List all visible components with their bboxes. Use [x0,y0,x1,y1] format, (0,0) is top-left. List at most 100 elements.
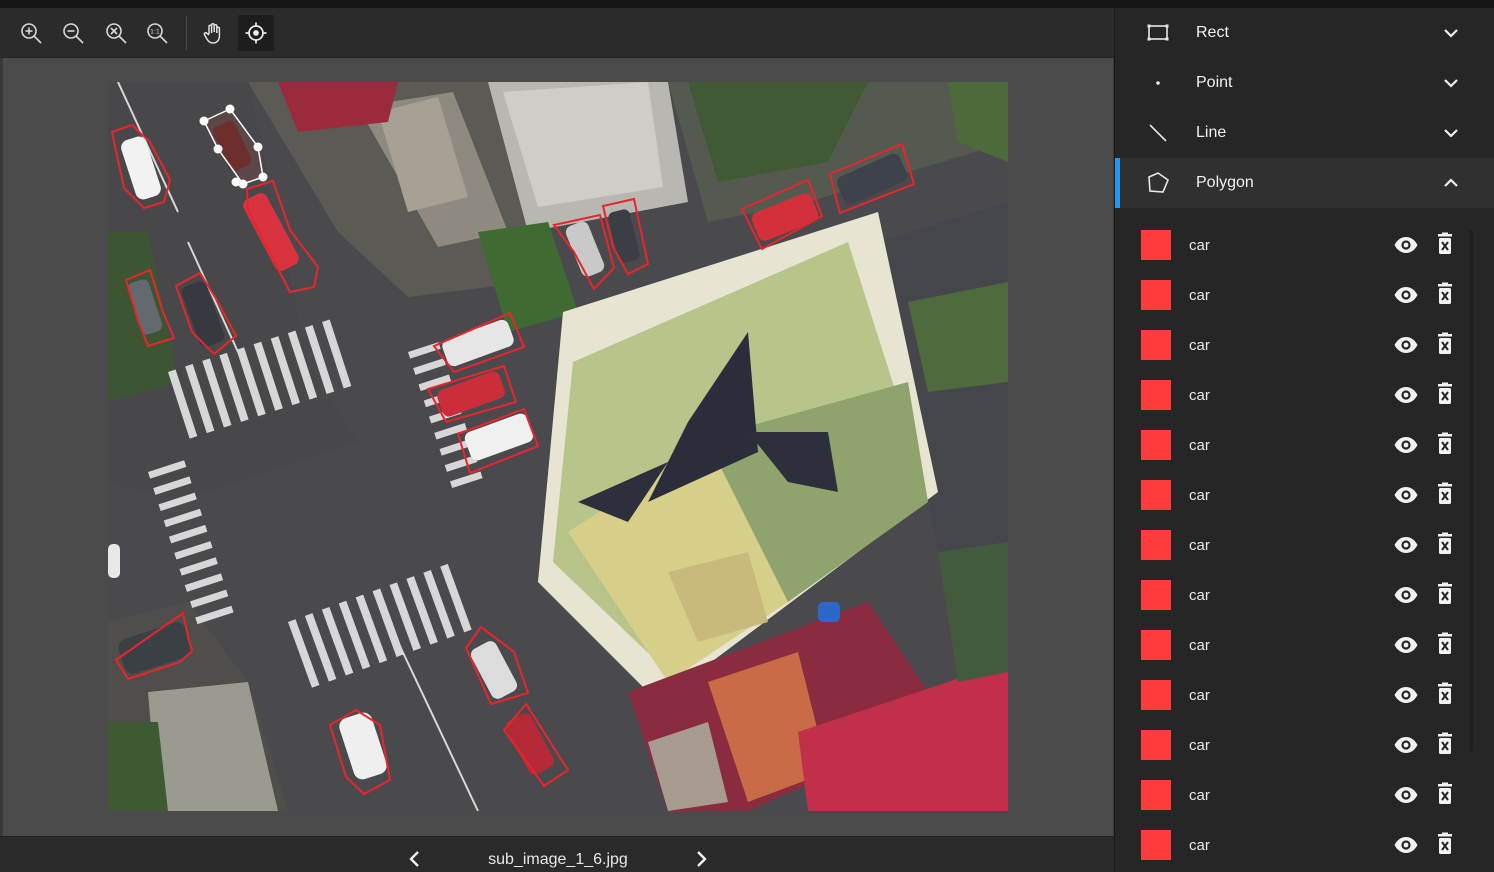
eye-icon[interactable] [1393,833,1419,857]
label-color-swatch[interactable] [1141,580,1171,610]
pan-button[interactable] [195,15,231,51]
label-color-swatch[interactable] [1141,530,1171,560]
image-navigator: sub_image_1_6.jpg [0,836,1114,872]
category-line[interactable]: Line [1115,108,1494,158]
polygon-annotation-list: car car car car car car car car car car … [1115,220,1494,872]
annotation-label: car [1189,287,1210,304]
zoom-actual-size-icon: 1:1 [147,23,168,44]
annotation-item[interactable]: car [1115,770,1494,820]
annotation-label: car [1189,437,1210,454]
annotation-label: car [1189,837,1210,854]
line-icon [1145,121,1171,145]
eye-icon[interactable] [1393,533,1419,557]
eye-icon[interactable] [1393,733,1419,757]
annotation-item[interactable]: car [1115,820,1494,870]
annotation-item[interactable]: car [1115,270,1494,320]
trash-icon[interactable] [1435,382,1455,406]
image-canvas[interactable] [3,58,1113,836]
zoom-actual-size-button[interactable]: 1:1 [139,15,175,51]
label-color-swatch[interactable] [1141,480,1171,510]
vertex-handle[interactable] [225,104,235,114]
zoom-ratio-glyph: 1:1 [150,29,160,36]
trash-icon[interactable] [1435,332,1455,356]
vertex-handle[interactable] [213,144,223,154]
label-color-swatch[interactable] [1141,830,1171,860]
zoom-fit-button[interactable] [98,15,134,51]
annotation-sidebar: Rect Point Line Polygon car car car car … [1114,8,1494,872]
label-color-swatch[interactable] [1141,280,1171,310]
label-color-swatch[interactable] [1141,730,1171,760]
eye-icon[interactable] [1393,383,1419,407]
select-tool-button[interactable] [238,15,274,51]
eye-icon[interactable] [1393,283,1419,307]
vertex-handle[interactable] [253,142,263,152]
eye-icon[interactable] [1393,633,1419,657]
annotation-item[interactable]: car [1115,720,1494,770]
zoom-in-button[interactable] [13,15,49,51]
eye-icon[interactable] [1393,433,1419,457]
zoom-in-icon [21,23,42,44]
label-color-swatch[interactable] [1141,380,1171,410]
eye-icon[interactable] [1393,233,1419,257]
zoom-out-icon [63,23,84,44]
chevron-left-icon [409,851,419,867]
eye-icon[interactable] [1393,483,1419,507]
category-label: Rect [1196,24,1229,41]
annotation-item[interactable]: car [1115,520,1494,570]
eye-icon[interactable] [1393,333,1419,357]
previous-image-button[interactable] [401,845,429,872]
window-top-strip [0,0,1494,8]
chevron-down-icon[interactable] [1441,73,1461,93]
eye-icon[interactable] [1393,583,1419,607]
trash-icon[interactable] [1435,732,1455,756]
trash-icon[interactable] [1435,432,1455,456]
trash-icon[interactable] [1435,582,1455,606]
annotation-item[interactable]: car [1115,670,1494,720]
zoom-out-button[interactable] [55,15,91,51]
label-color-swatch[interactable] [1141,230,1171,260]
aerial-image[interactable] [108,82,1008,811]
category-point[interactable]: Point [1115,58,1494,108]
annotation-label: car [1189,337,1210,354]
annotation-list-scrollbar[interactable] [1469,230,1473,752]
annotation-label: car [1189,787,1210,804]
vertex-handle[interactable] [231,177,241,187]
zoom-fit-icon [106,23,127,44]
category-polygon[interactable]: Polygon [1115,158,1494,208]
image-toolbar: 1:1 [0,8,1114,58]
chevron-up-icon[interactable] [1441,173,1461,193]
vertex-handle[interactable] [199,116,209,126]
annotation-item[interactable]: car [1115,320,1494,370]
trash-icon[interactable] [1435,482,1455,506]
label-color-swatch[interactable] [1141,330,1171,360]
chevron-down-icon[interactable] [1441,123,1461,143]
trash-icon[interactable] [1435,532,1455,556]
chevron-down-icon[interactable] [1441,23,1461,43]
trash-icon[interactable] [1435,632,1455,656]
annotation-item[interactable]: car [1115,420,1494,470]
next-image-button[interactable] [687,845,715,872]
annotation-label: car [1189,687,1210,704]
trash-icon[interactable] [1435,682,1455,706]
label-color-swatch[interactable] [1141,780,1171,810]
annotation-item[interactable]: car [1115,370,1494,420]
annotation-item[interactable]: car [1115,620,1494,670]
category-rect[interactable]: Rect [1115,8,1494,58]
annotation-item[interactable]: car [1115,220,1494,270]
label-color-swatch[interactable] [1141,430,1171,460]
trash-icon[interactable] [1435,282,1455,306]
annotation-label: car [1189,537,1210,554]
pan-hand-icon [203,23,221,44]
trash-icon[interactable] [1435,232,1455,256]
label-color-swatch[interactable] [1141,630,1171,660]
eye-icon[interactable] [1393,683,1419,707]
trash-icon[interactable] [1435,782,1455,806]
annotation-item[interactable]: car [1115,570,1494,620]
vertex-handle[interactable] [258,172,268,182]
category-label: Polygon [1196,174,1254,191]
trash-icon[interactable] [1435,832,1455,856]
annotation-item[interactable]: car [1115,470,1494,520]
eye-icon[interactable] [1393,783,1419,807]
label-color-swatch[interactable] [1141,680,1171,710]
annotation-label: car [1189,487,1210,504]
